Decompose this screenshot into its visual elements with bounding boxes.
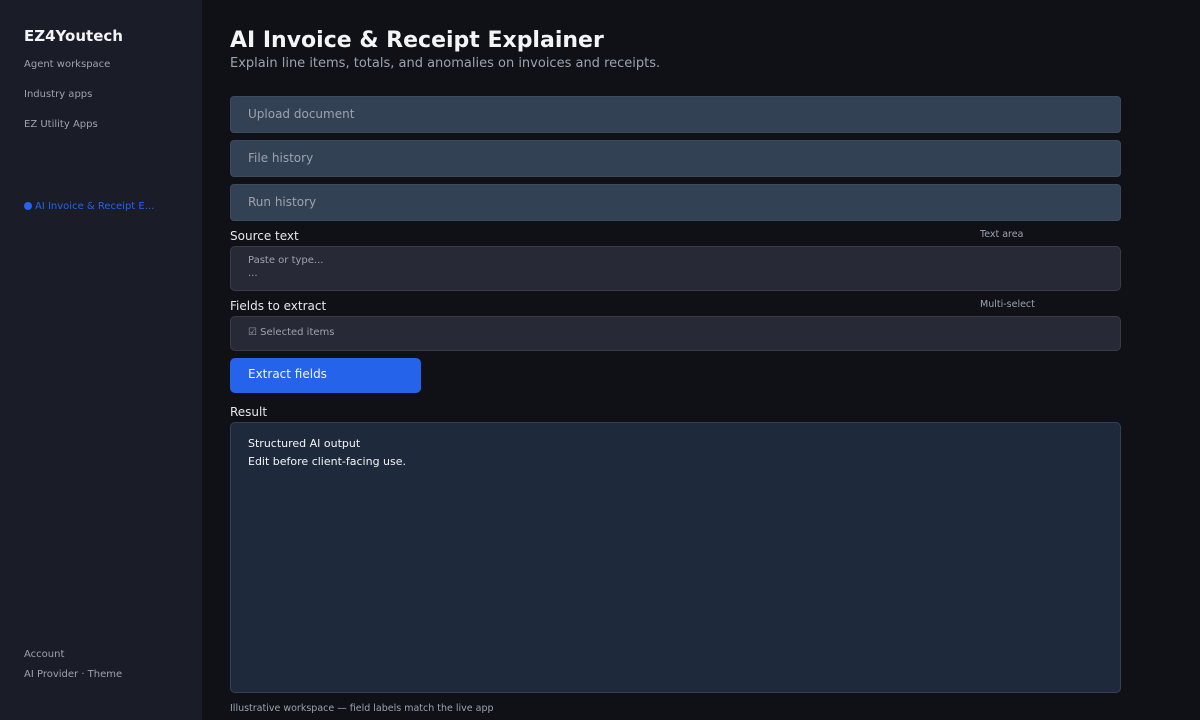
source-text-input[interactable]: Paste or type... ... <box>230 246 1121 291</box>
nav-agent-workspace[interactable]: Agent workspace <box>24 59 110 70</box>
main-workspace: AI Invoice & Receipt Explainer Explain l… <box>202 0 1200 720</box>
extract-fields-button[interactable]: Extract fields <box>230 358 421 393</box>
result-line-note: Edit before client-facing use. <box>248 455 407 468</box>
result-label: Result <box>230 405 268 419</box>
upload-document-section[interactable]: Upload document <box>230 96 1121 133</box>
result-line-title: Structured AI output <box>248 437 361 450</box>
page-subtitle: Explain line items, totals, and anomalie… <box>230 56 661 71</box>
brand-title: EZ4Youtech <box>24 27 123 45</box>
source-text-placeholder: Paste or type... <box>248 255 324 266</box>
nav-industry-apps[interactable]: Industry apps <box>24 89 92 100</box>
result-panel[interactable]: Structured AI output Edit before client-… <box>230 422 1121 693</box>
active-dot-icon <box>24 201 32 210</box>
file-history-section[interactable]: File history <box>230 140 1121 177</box>
footer-note: Illustrative workspace — field labels ma… <box>230 703 494 714</box>
fields-multiselect[interactable]: ☑ Selected items <box>230 316 1121 351</box>
source-text-continuation: ... <box>248 268 258 279</box>
sidebar: EZ4Youtech Agent workspace Industry apps… <box>0 0 202 720</box>
nav-active-app-label: AI Invoice & Receipt E... <box>35 201 155 212</box>
source-text-hint: Text area <box>980 229 1024 240</box>
run-history-section[interactable]: Run history <box>230 184 1121 221</box>
nav-account[interactable]: Account <box>24 649 64 660</box>
nav-provider-theme[interactable]: AI Provider · Theme <box>24 669 122 680</box>
page-title: AI Invoice & Receipt Explainer <box>230 28 604 53</box>
fields-to-extract-hint: Multi-select <box>980 299 1035 310</box>
source-text-label: Source text <box>230 229 299 243</box>
nav-active-app[interactable]: AI Invoice & Receipt E... <box>24 201 154 212</box>
fields-to-extract-label: Fields to extract <box>230 299 327 313</box>
nav-ez-utility-apps[interactable]: EZ Utility Apps <box>24 119 98 130</box>
